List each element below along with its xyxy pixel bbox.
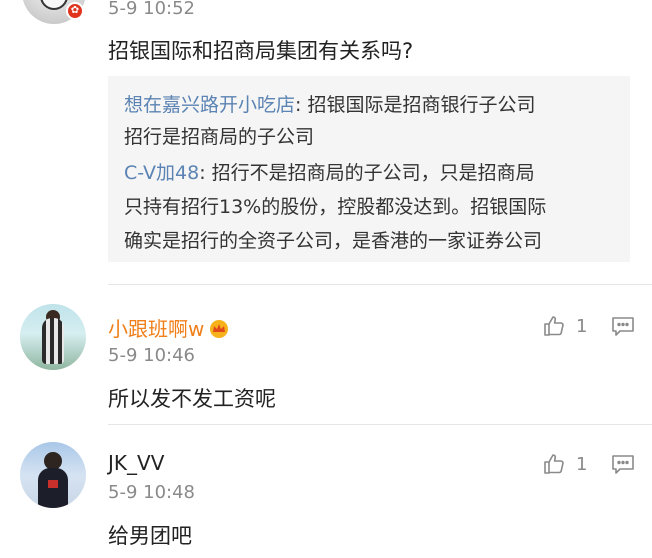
reply-line: 确实是招行的全资子公司，是香港的一家证券公司 [124, 230, 543, 252]
comment-time: 5-9 10:48 [108, 482, 195, 503]
like-button[interactable]: 1 [542, 452, 587, 476]
reply-line: 招行是招商局的子公司 [124, 126, 315, 148]
avatar[interactable] [20, 442, 86, 508]
reply-text: : 招银国际是招商银行子公司 [295, 94, 536, 116]
avatar[interactable] [20, 304, 86, 370]
comment-text[interactable]: 给男团吧 [108, 520, 192, 550]
comment-text[interactable]: 招银国际和招商局集团有关系吗? [108, 35, 413, 65]
comment-time: 5-9 10:52 [108, 0, 195, 19]
comment-reply-icon[interactable] [611, 314, 635, 338]
reply-line: C-V加48: 招行不是招商局的子公司，只是招商局 [124, 158, 535, 185]
divider [108, 284, 652, 285]
crown-icon [210, 320, 229, 338]
like-button[interactable]: 1 [542, 314, 587, 338]
reply-username[interactable]: C-V加48 [124, 162, 199, 184]
comment-text[interactable]: 所以发不发工资呢 [108, 383, 276, 413]
hk-flower-badge-icon: ✿ [66, 2, 84, 20]
reply-box[interactable]: 想在嘉兴路开小吃店: 招银国际是招商银行子公司 招行是招商局的子公司 C-V加4… [108, 76, 630, 262]
comment-reply-icon[interactable] [611, 452, 635, 476]
divider [108, 424, 652, 425]
reply-username[interactable]: 想在嘉兴路开小吃店 [124, 94, 295, 116]
username-text[interactable]: 小跟班啊w [108, 317, 204, 341]
like-count: 1 [576, 453, 588, 475]
username[interactable]: JK_VV [108, 451, 164, 475]
reply-line: 想在嘉兴路开小吃店: 招银国际是招商银行子公司 [124, 90, 535, 117]
reply-line: 只持有招行13%的股份，控股都没达到。招银国际 [124, 196, 547, 218]
comment-time: 5-9 10:46 [108, 345, 195, 366]
reply-text: : 招行不是招商局的子公司，只是招商局 [199, 162, 535, 184]
username[interactable]: 小跟班啊w [108, 313, 230, 342]
thumbs-up-icon [544, 316, 564, 336]
thumbs-up-icon [544, 454, 564, 474]
like-count: 1 [576, 315, 588, 337]
